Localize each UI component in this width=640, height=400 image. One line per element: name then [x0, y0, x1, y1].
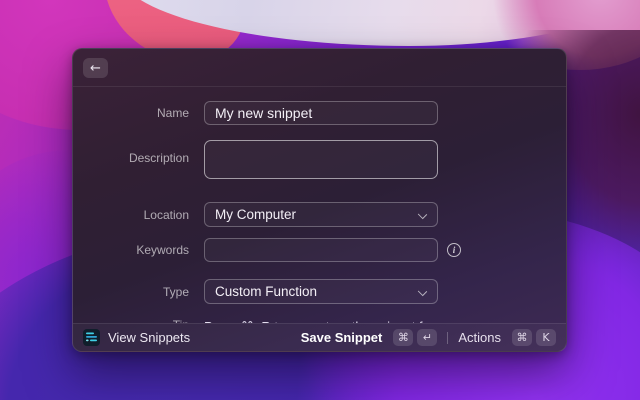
snippets-app-icon	[83, 329, 100, 346]
chevron-down-icon	[417, 209, 428, 220]
keywords-label: Keywords	[136, 243, 189, 257]
snippet-form-window: ← Name Description Location My Computer	[72, 48, 567, 352]
actions-button[interactable]: Actions ⌘ K	[458, 329, 556, 346]
back-button[interactable]: ←	[83, 58, 108, 78]
type-label: Type	[162, 284, 189, 299]
type-dropdown[interactable]: Custom Function	[204, 279, 438, 304]
location-value: My Computer	[215, 207, 297, 222]
description-label: Description	[128, 151, 189, 165]
action-bar: View Snippets Save Snippet ⌘ ↵ Actions ⌘…	[73, 323, 566, 351]
name-field-row: Name	[73, 101, 566, 125]
view-snippets-label: View Snippets	[108, 330, 191, 345]
footer-divider	[447, 331, 449, 344]
save-snippet-label: Save Snippet	[300, 330, 383, 345]
save-snippet-button[interactable]: Save Snippet ⌘ ↵	[301, 329, 438, 346]
type-value: Custom Function	[215, 284, 318, 299]
info-icon[interactable]: i	[447, 243, 461, 257]
cmd-key-icon: ⌘	[512, 329, 532, 346]
name-input[interactable]	[204, 101, 438, 125]
keywords-input[interactable]	[204, 238, 438, 262]
actions-label: Actions	[458, 330, 501, 345]
back-arrow-icon: ←	[90, 60, 101, 76]
cmd-key-icon: ⌘	[393, 329, 414, 346]
k-key: K	[536, 329, 556, 346]
enter-key-icon: ↵	[417, 329, 438, 346]
location-field-row: Location My Computer	[73, 202, 566, 227]
type-field-row: Type Custom Function	[73, 279, 566, 304]
code-lines-glyph	[86, 332, 97, 342]
location-label: Location	[143, 207, 189, 222]
location-dropdown[interactable]: My Computer	[204, 202, 438, 227]
name-label: Name	[156, 106, 189, 120]
chevron-down-icon	[417, 286, 428, 297]
window-header: ←	[73, 49, 566, 87]
description-textarea[interactable]	[204, 140, 438, 179]
description-field-row: Description	[73, 140, 566, 184]
keywords-field-row: Keywords i	[73, 238, 566, 262]
form-content: Name Description Location My Computer Ke…	[73, 88, 566, 323]
